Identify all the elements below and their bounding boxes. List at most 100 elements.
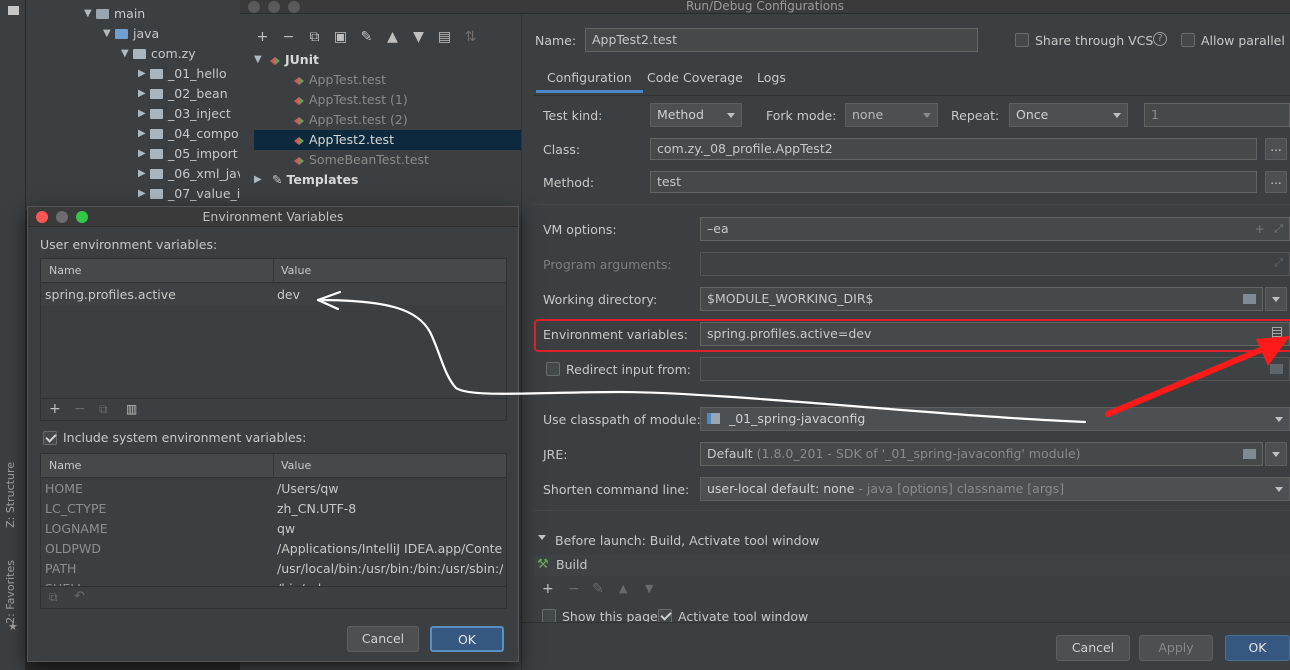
project-icon[interactable] [8, 6, 19, 15]
tree-item-com-zy[interactable]: ▼ com.zy [121, 44, 196, 64]
add-icon[interactable]: + [49, 401, 61, 417]
jre-field[interactable]: Default (1.8.0_201 - SDK of '_01_spring-… [700, 442, 1263, 466]
env-cancel-button[interactable]: Cancel [347, 626, 419, 652]
shorten-cmd-select[interactable]: user-local default: none - java [options… [700, 477, 1290, 501]
class-field[interactable]: com.zy._08_profile.AppTest2 [650, 138, 1257, 160]
show-page-checkbox[interactable] [542, 609, 556, 623]
env-ok-button[interactable]: OK [430, 626, 504, 652]
favorites-tab[interactable]: 2: Favorites [4, 560, 17, 624]
remove-icon[interactable]: − [568, 581, 580, 597]
redirect-input-checkbox[interactable] [546, 362, 560, 376]
edit-icon[interactable]: ✎ [592, 581, 604, 597]
tree-item-main[interactable]: ▼ main [84, 4, 145, 24]
tree-item-04-compo[interactable]: ▶ _04_compo [138, 124, 239, 144]
add-icon[interactable]: + [254, 29, 271, 46]
tab-logs[interactable]: Logs [747, 63, 796, 93]
include-system-checkbox[interactable] [43, 431, 57, 445]
vm-options-field[interactable]: –ea + ⤢ [700, 217, 1290, 241]
redirect-input-field[interactable] [700, 357, 1290, 381]
add-icon[interactable]: + [542, 581, 554, 597]
class-browse-button[interactable]: ... [1265, 138, 1287, 160]
working-dir-field[interactable]: $MODULE_WORKING_DIR$ [700, 287, 1263, 311]
move-down-icon[interactable]: ▼ [645, 581, 653, 597]
wrench-icon[interactable]: ✎ [358, 29, 375, 46]
undo-icon[interactable]: ↶ [74, 589, 85, 605]
tab-configuration[interactable]: Configuration [536, 63, 643, 93]
close-window-button[interactable] [36, 211, 48, 223]
build-item-row[interactable]: ⚒ Build [534, 555, 1290, 576]
tree-item-07-value[interactable]: ▶ _07_value_ir [138, 184, 245, 204]
expand-icon[interactable]: ⤢ [1274, 218, 1283, 240]
move-down-icon[interactable]: ▼ [410, 29, 427, 46]
tree-item-01-hello[interactable]: ▶ _01_hello [138, 64, 227, 84]
cancel-button[interactable]: Cancel [1056, 635, 1130, 661]
table-row[interactable]: spring.profiles.active dev [41, 285, 506, 305]
table-row[interactable]: LC_CTYPE zh_CN.UTF-8 [41, 499, 506, 519]
chevron-down-icon[interactable] [538, 535, 546, 540]
structure-tab[interactable]: Z: Structure [4, 462, 17, 528]
column-header-name[interactable]: Name [49, 259, 81, 283]
share-vcs-checkbox[interactable] [1015, 33, 1029, 47]
expand-icon[interactable]: ⤢ [1274, 253, 1283, 273]
tab-code-coverage[interactable]: Code Coverage [637, 63, 753, 93]
paste-icon[interactable]: ▥ [126, 401, 137, 417]
tree-item-06-xml[interactable]: ▶ _06_xml_jav [138, 164, 244, 184]
copy-icon[interactable]: ⧉ [99, 401, 108, 417]
help-icon[interactable]: ? [1153, 32, 1167, 46]
column-header-value[interactable]: Value [281, 259, 311, 283]
method-browse-button[interactable]: ... [1265, 171, 1287, 193]
config-item[interactable]: SomeBeanTest.test [254, 150, 521, 170]
column-header-name[interactable]: Name [49, 454, 81, 478]
folder-icon[interactable] [1243, 294, 1256, 304]
working-dir-dropdown[interactable] [1265, 287, 1287, 311]
before-launch-label[interactable]: Before launch: Build, Activate tool wind… [555, 533, 819, 548]
table-row[interactable]: SHELL /bin/zsh [41, 579, 506, 586]
minimize-window-button[interactable] [56, 211, 68, 223]
move-up-icon[interactable]: ▲ [619, 581, 627, 597]
add-icon[interactable]: + [1255, 218, 1265, 240]
remove-icon[interactable]: − [74, 401, 86, 417]
move-up-icon[interactable]: ▲ [384, 29, 401, 46]
tree-item-02-bean[interactable]: ▶ _02_bean [138, 84, 228, 104]
remove-icon[interactable]: − [280, 29, 297, 46]
config-item[interactable]: AppTest.test (2) [254, 110, 521, 130]
method-field[interactable]: test [650, 171, 1257, 193]
config-item[interactable]: AppTest.test [254, 70, 521, 90]
config-item-selected[interactable]: AppTest2.test [254, 130, 521, 150]
copy-icon[interactable]: ⧉ [306, 29, 323, 46]
zoom-window-button[interactable] [288, 1, 300, 13]
ok-button[interactable]: OK [1225, 635, 1290, 661]
table-row[interactable]: PATH /usr/local/bin:/usr/bin:/bin:/usr/s… [41, 559, 506, 579]
table-row[interactable]: OLDPWD /Applications/IntelliJ IDEA.app/C… [41, 539, 506, 559]
name-field[interactable]: AppTest2.test [585, 28, 978, 52]
tree-item-03-inject[interactable]: ▶ _03_inject [138, 104, 231, 124]
close-window-button[interactable] [248, 1, 260, 13]
allow-parallel-checkbox[interactable] [1181, 33, 1195, 47]
program-args-field[interactable]: ⤢ [700, 252, 1290, 276]
package-icon [133, 49, 146, 59]
sort-icon[interactable]: ⇅ [462, 29, 479, 46]
folder-icon[interactable] [1243, 449, 1256, 459]
test-kind-select[interactable]: Method [650, 103, 742, 127]
classpath-select[interactable]: _01_spring-javaconfig [700, 407, 1290, 431]
tree-item-templates[interactable]: ▶ ✎ Templates [254, 170, 521, 190]
new-folder-icon[interactable]: ▤ [436, 29, 453, 46]
copy-icon[interactable]: ⧉ [49, 589, 58, 605]
tree-item-java[interactable]: ▼ java [103, 24, 159, 44]
save-icon[interactable]: ▣ [332, 29, 349, 46]
jre-dropdown[interactable] [1265, 442, 1287, 466]
fork-mode-select[interactable]: none [845, 103, 938, 127]
minimize-window-button[interactable] [268, 1, 280, 13]
config-item[interactable]: AppTest.test (1) [254, 90, 521, 110]
apply-button[interactable]: Apply [1139, 635, 1213, 661]
tree-group-junit[interactable]: ▼ JUnit [254, 50, 521, 70]
table-row[interactable]: HOME /Users/qw [41, 479, 506, 499]
column-header-value[interactable]: Value [281, 454, 311, 478]
tree-item-05-import[interactable]: ▶ _05_import [138, 144, 238, 164]
folder-icon[interactable] [1270, 364, 1283, 374]
table-row[interactable]: LOGNAME qw [41, 519, 506, 539]
activate-tool-checkbox[interactable] [658, 609, 672, 623]
zoom-window-button[interactable] [76, 211, 88, 223]
repeat-select[interactable]: Once [1009, 103, 1128, 127]
repeat-count-field[interactable]: 1 [1144, 103, 1290, 127]
